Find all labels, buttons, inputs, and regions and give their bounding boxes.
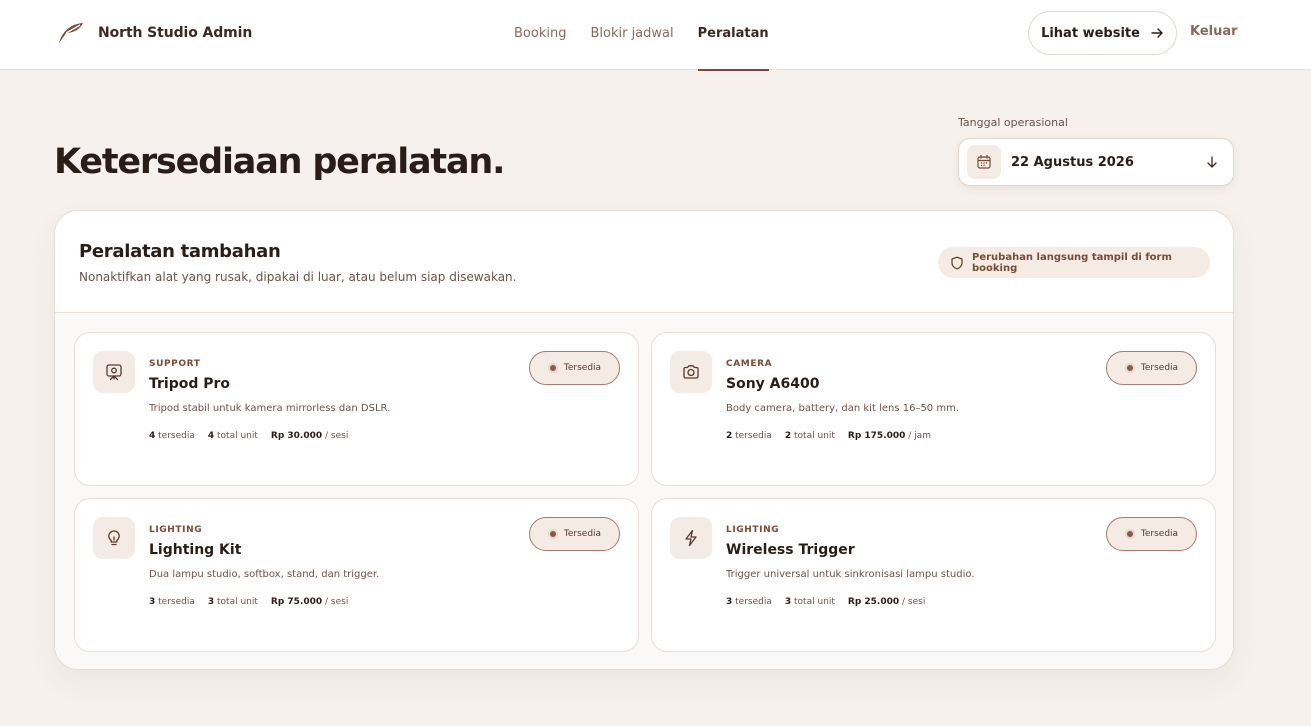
date-label: Tanggal operasional (958, 116, 1068, 129)
brand[interactable]: North Studio Admin (56, 20, 252, 46)
availability-toggle[interactable]: Tersedia (1106, 351, 1197, 385)
total-count: 2 (784, 431, 792, 441)
total-label: total unit (794, 431, 835, 441)
lightning-icon (685, 529, 697, 547)
panel-subtitle: Nonaktifkan alat yang rusak, dipakai di … (79, 270, 517, 284)
availability-toggle[interactable]: Tersedia (1106, 517, 1197, 551)
card-icon-box (670, 517, 712, 559)
card-description: Dua lampu studio, softbox, stand, dan tr… (149, 569, 380, 580)
brand-name: North Studio Admin (98, 25, 253, 41)
card-category: SUPPORT (149, 359, 201, 369)
available-count: 3 (726, 597, 733, 607)
availability-toggle[interactable]: Tersedia (529, 351, 620, 385)
card-category: CAMERA (726, 359, 773, 369)
card-title: Wireless Trigger (726, 542, 855, 558)
shield-icon (951, 256, 963, 269)
lightbulb-icon (108, 530, 120, 546)
camera-icon (683, 365, 699, 379)
arrow-right-icon (1151, 28, 1163, 38)
available-label: tersedia (158, 431, 195, 441)
card-stats: 3 tersedia 3 total unit Rp 75.000 / sesi (149, 597, 361, 607)
card-category: LIGHTING (149, 525, 203, 535)
card-icon-box (93, 517, 135, 559)
calendar-icon-box (967, 145, 1001, 179)
total-label: total unit (217, 597, 258, 607)
panel-header: Peralatan tambahan Nonaktifkan alat yang… (55, 211, 1233, 313)
status-label: Tersedia (1140, 363, 1179, 373)
top-navigation-bar: North Studio Admin Booking Blokir jadwal… (0, 0, 1311, 71)
card-stats: 3 tersedia 3 total unit Rp 25.000 / sesi (726, 597, 938, 607)
nav-item-blokir-jadwal[interactable]: Blokir jadwal (590, 0, 673, 70)
card-category: LIGHTING (726, 525, 780, 535)
panel-title: Peralatan tambahan (79, 241, 281, 262)
total-count: 3 (207, 597, 215, 607)
status-dot-icon (547, 529, 558, 539)
price-unit: / sesi (325, 597, 349, 607)
price: Rp 175.000 (847, 431, 906, 441)
available-label: tersedia (158, 597, 195, 607)
price-unit: / jam (908, 431, 931, 441)
card-stats: 4 tersedia 4 total unit Rp 30.000 / sesi (149, 431, 361, 441)
card-description: Tripod stabil untuk kamera mirrorless da… (149, 403, 391, 414)
arrow-down-icon (1207, 156, 1217, 168)
available-count: 4 (149, 431, 156, 441)
logout-link[interactable]: Keluar (1190, 24, 1238, 39)
notice-badge: Perubahan langsung tampil di form bookin… (938, 247, 1210, 278)
main-nav: Booking Blokir jadwal Peralatan (514, 0, 793, 71)
available-count: 2 (726, 431, 733, 441)
card-description: Trigger universal untuk sinkronisasi lam… (726, 569, 975, 580)
status-label: Tersedia (563, 363, 602, 373)
equipment-card-lighting-kit: LIGHTING Lighting Kit Dua lampu studio, … (74, 498, 639, 652)
view-website-label: Lihat website (1041, 25, 1140, 41)
card-title: Tripod Pro (149, 376, 231, 392)
price-unit: / sesi (902, 597, 926, 607)
view-website-button[interactable]: Lihat website (1028, 11, 1177, 55)
date-picker[interactable]: 22 Agustus 2026 (958, 138, 1234, 186)
status-label: Tersedia (563, 529, 602, 539)
equipment-card-tripod-pro: SUPPORT Tripod Pro Tripod stabil untuk k… (74, 332, 639, 486)
page-title: Ketersediaan peralatan. (54, 142, 505, 182)
card-title: Sony A6400 (726, 376, 820, 392)
price: Rp 75.000 (270, 597, 323, 607)
available-label: tersedia (735, 431, 772, 441)
calendar-icon (977, 154, 991, 169)
card-icon-box (93, 351, 135, 393)
equipment-card-sony-a6400: CAMERA Sony A6400 Body camera, battery, … (651, 332, 1216, 486)
total-label: total unit (217, 431, 258, 441)
card-icon-box (670, 351, 712, 393)
status-dot-icon (1124, 529, 1135, 539)
card-title: Lighting Kit (149, 542, 242, 558)
status-dot-icon (1124, 363, 1135, 373)
total-count: 3 (784, 597, 792, 607)
equipment-panel: Peralatan tambahan Nonaktifkan alat yang… (54, 210, 1234, 670)
status-label: Tersedia (1140, 529, 1179, 539)
equipment-card-wireless-trigger: LIGHTING Wireless Trigger Trigger univer… (651, 498, 1216, 652)
nav-item-peralatan[interactable]: Peralatan (697, 0, 769, 71)
availability-toggle[interactable]: Tersedia (529, 517, 620, 551)
date-value: 22 Agustus 2026 (1011, 154, 1134, 170)
total-count: 4 (207, 431, 215, 441)
available-label: tersedia (735, 597, 772, 607)
price: Rp 25.000 (847, 597, 900, 607)
notice-text: Perubahan langsung tampil di form bookin… (972, 251, 1172, 274)
status-dot-icon (547, 363, 558, 373)
card-stats: 2 tersedia 2 total unit Rp 175.000 / jam (726, 431, 944, 441)
price: Rp 30.000 (270, 431, 323, 441)
price-unit: / sesi (325, 431, 349, 441)
tripod-icon (106, 364, 122, 381)
total-label: total unit (794, 597, 835, 607)
card-description: Body camera, battery, dan kit lens 16–50… (726, 403, 960, 414)
brand-logo-icon (59, 23, 83, 43)
available-count: 3 (149, 597, 156, 607)
nav-item-booking[interactable]: Booking (514, 0, 566, 70)
